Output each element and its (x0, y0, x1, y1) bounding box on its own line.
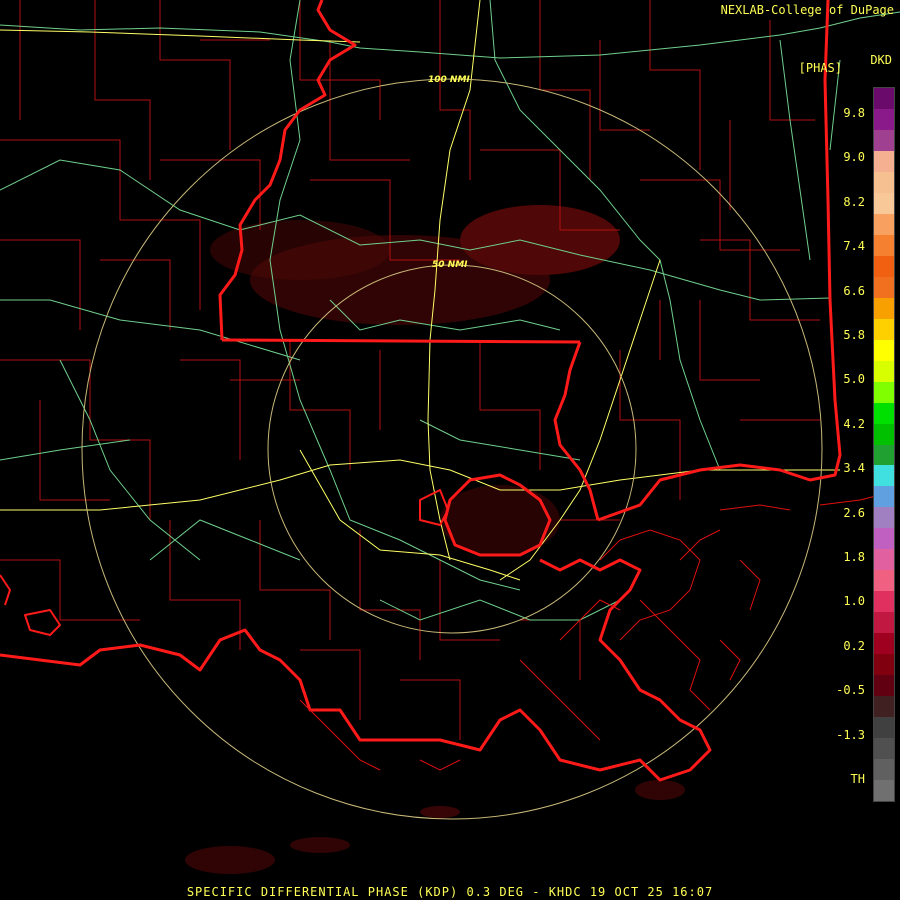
color-scale-segment (874, 759, 894, 781)
color-scale-tick-label: -1.3 (836, 727, 865, 742)
color-scale-segment (874, 507, 894, 529)
color-scale-segment (874, 591, 894, 613)
color-scale-tick-label: 6.6 (843, 283, 865, 298)
county-lines (0, 0, 820, 740)
color-scale-segment (874, 654, 894, 676)
color-scale-segment (874, 402, 894, 425)
color-scale-segment (874, 297, 894, 320)
color-scale-segment (874, 675, 894, 697)
color-scale-segment (874, 213, 894, 236)
color-scale-tick-label: 2.6 (843, 505, 865, 520)
color-scale-segment (874, 276, 894, 299)
color-scale-tick-label: 7.4 (843, 239, 865, 254)
color-scale-tick-label: TH (850, 772, 865, 786)
product-caption: SPECIFIC DIFFERENTIAL PHASE (KDP) 0.3 DE… (186, 885, 714, 899)
color-scale-segment (874, 255, 894, 278)
color-scale-segment (874, 570, 894, 592)
color-scale-segment (874, 612, 894, 634)
color-scale-segment (874, 234, 894, 257)
color-scale-segment (874, 549, 894, 571)
color-scale-segment (874, 171, 894, 194)
color-scale-tick-label: 4.2 (843, 416, 865, 431)
color-scale-segment (874, 192, 894, 215)
radar-map: 100 NMI 50 NMI (0, 0, 900, 874)
color-scale-segment (874, 738, 894, 760)
color-scale-segment (874, 108, 894, 131)
color-scale-segment (874, 633, 894, 655)
color-scale-tick-label: 5.0 (843, 372, 865, 387)
color-scale-segment (874, 360, 894, 383)
color-scale-segment (874, 780, 894, 802)
color-scale-segment (874, 717, 894, 739)
color-scale-tick-label: -0.5 (836, 683, 865, 698)
color-scale-segment (874, 150, 894, 173)
color-scale-tick-label: 0.2 (843, 638, 865, 653)
color-scale-tick-label: 1.8 (843, 550, 865, 564)
color-scale-bar (873, 87, 895, 802)
color-scale-segment (874, 696, 894, 718)
ring-label-50: 50 NMI (432, 260, 468, 270)
range-rings (81, 78, 823, 820)
color-scale-segment (874, 318, 894, 341)
color-scale-segment (874, 423, 894, 445)
color-scale-segment (874, 528, 894, 550)
color-scale-segment (874, 381, 894, 404)
color-scale-tick-label: 9.8 (843, 106, 865, 120)
color-scale-segment (874, 129, 894, 152)
unit-label: [PHAS] (798, 61, 842, 75)
color-scale-segment (874, 88, 894, 110)
color-scale-tick-label: 8.2 (843, 194, 865, 209)
credit-label: NEXLAB-College of DuPage (720, 3, 894, 17)
color-scale-tick-label: 9.0 (843, 150, 865, 165)
color-scale-tick-label: 5.8 (843, 328, 865, 342)
product-code: DKD (870, 53, 892, 67)
color-scale-tick-label: 1.0 (843, 594, 865, 609)
coastal-marsh-lines (299, 494, 881, 771)
ring-label-100: 100 NMI (428, 75, 470, 85)
color-scale-segment (874, 339, 894, 362)
color-scale-tick-label: 3.4 (843, 461, 865, 476)
state-boundaries (0, 0, 842, 782)
color-scale-segment (874, 444, 894, 466)
color-scale-segment (874, 465, 894, 487)
color-scale-segment (874, 486, 894, 508)
range-ring-100 (81, 78, 823, 820)
